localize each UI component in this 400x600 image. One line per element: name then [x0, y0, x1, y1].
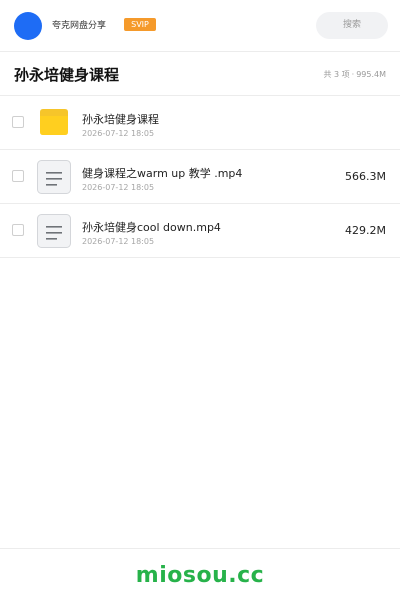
folder-header: 孙永培健身课程 共 3 项 · 995.4M — [0, 52, 400, 96]
select-checkbox[interactable] — [12, 224, 24, 236]
share-source-label: 夸克网盘分享 — [52, 21, 107, 31]
avatar[interactable] — [14, 12, 42, 40]
search-input[interactable]: 搜索 — [316, 12, 388, 39]
item-count: 共 3 项 — [323, 70, 350, 79]
brand-watermark: miosou.cc — [135, 563, 265, 588]
document-icon — [37, 160, 71, 194]
list-item[interactable]: 健身课程之warm up 教学 .mp4 2026-07-12 18:05 56… — [0, 150, 400, 204]
top-bar: 夸克网盘分享 SVIP 搜索 — [0, 0, 400, 52]
file-name[interactable]: 孙永培健身cool down.mp4 — [82, 221, 221, 235]
folder-icon — [40, 109, 68, 135]
file-size: 566.3M — [345, 170, 386, 183]
total-size: 995.4M — [356, 70, 386, 79]
footer: miosou.cc — [0, 548, 400, 600]
folder-summary: 共 3 项 · 995.4M — [323, 69, 386, 81]
document-icon — [37, 214, 71, 248]
svip-badge[interactable]: SVIP — [124, 18, 156, 31]
list-item[interactable]: 孙永培健身cool down.mp4 2026-07-12 18:05 429.… — [0, 204, 400, 258]
file-date: 2026-07-12 18:05 — [82, 237, 155, 246]
select-checkbox[interactable] — [12, 170, 24, 182]
list-item[interactable]: 孙永培健身课程 2026-07-12 18:05 — [0, 96, 400, 150]
file-name[interactable]: 孙永培健身课程 — [82, 113, 159, 127]
page-title: 孙永培健身课程 — [14, 66, 120, 84]
file-date: 2026-07-12 18:05 — [82, 183, 155, 192]
file-size: 429.2M — [345, 224, 386, 237]
file-date: 2026-07-12 18:05 — [82, 129, 155, 138]
separator-dot: · — [351, 70, 355, 79]
file-name[interactable]: 健身课程之warm up 教学 .mp4 — [82, 167, 242, 181]
select-checkbox[interactable] — [12, 116, 24, 128]
file-list: 孙永培健身课程 2026-07-12 18:05 健身课程之warm up 教学… — [0, 96, 400, 258]
